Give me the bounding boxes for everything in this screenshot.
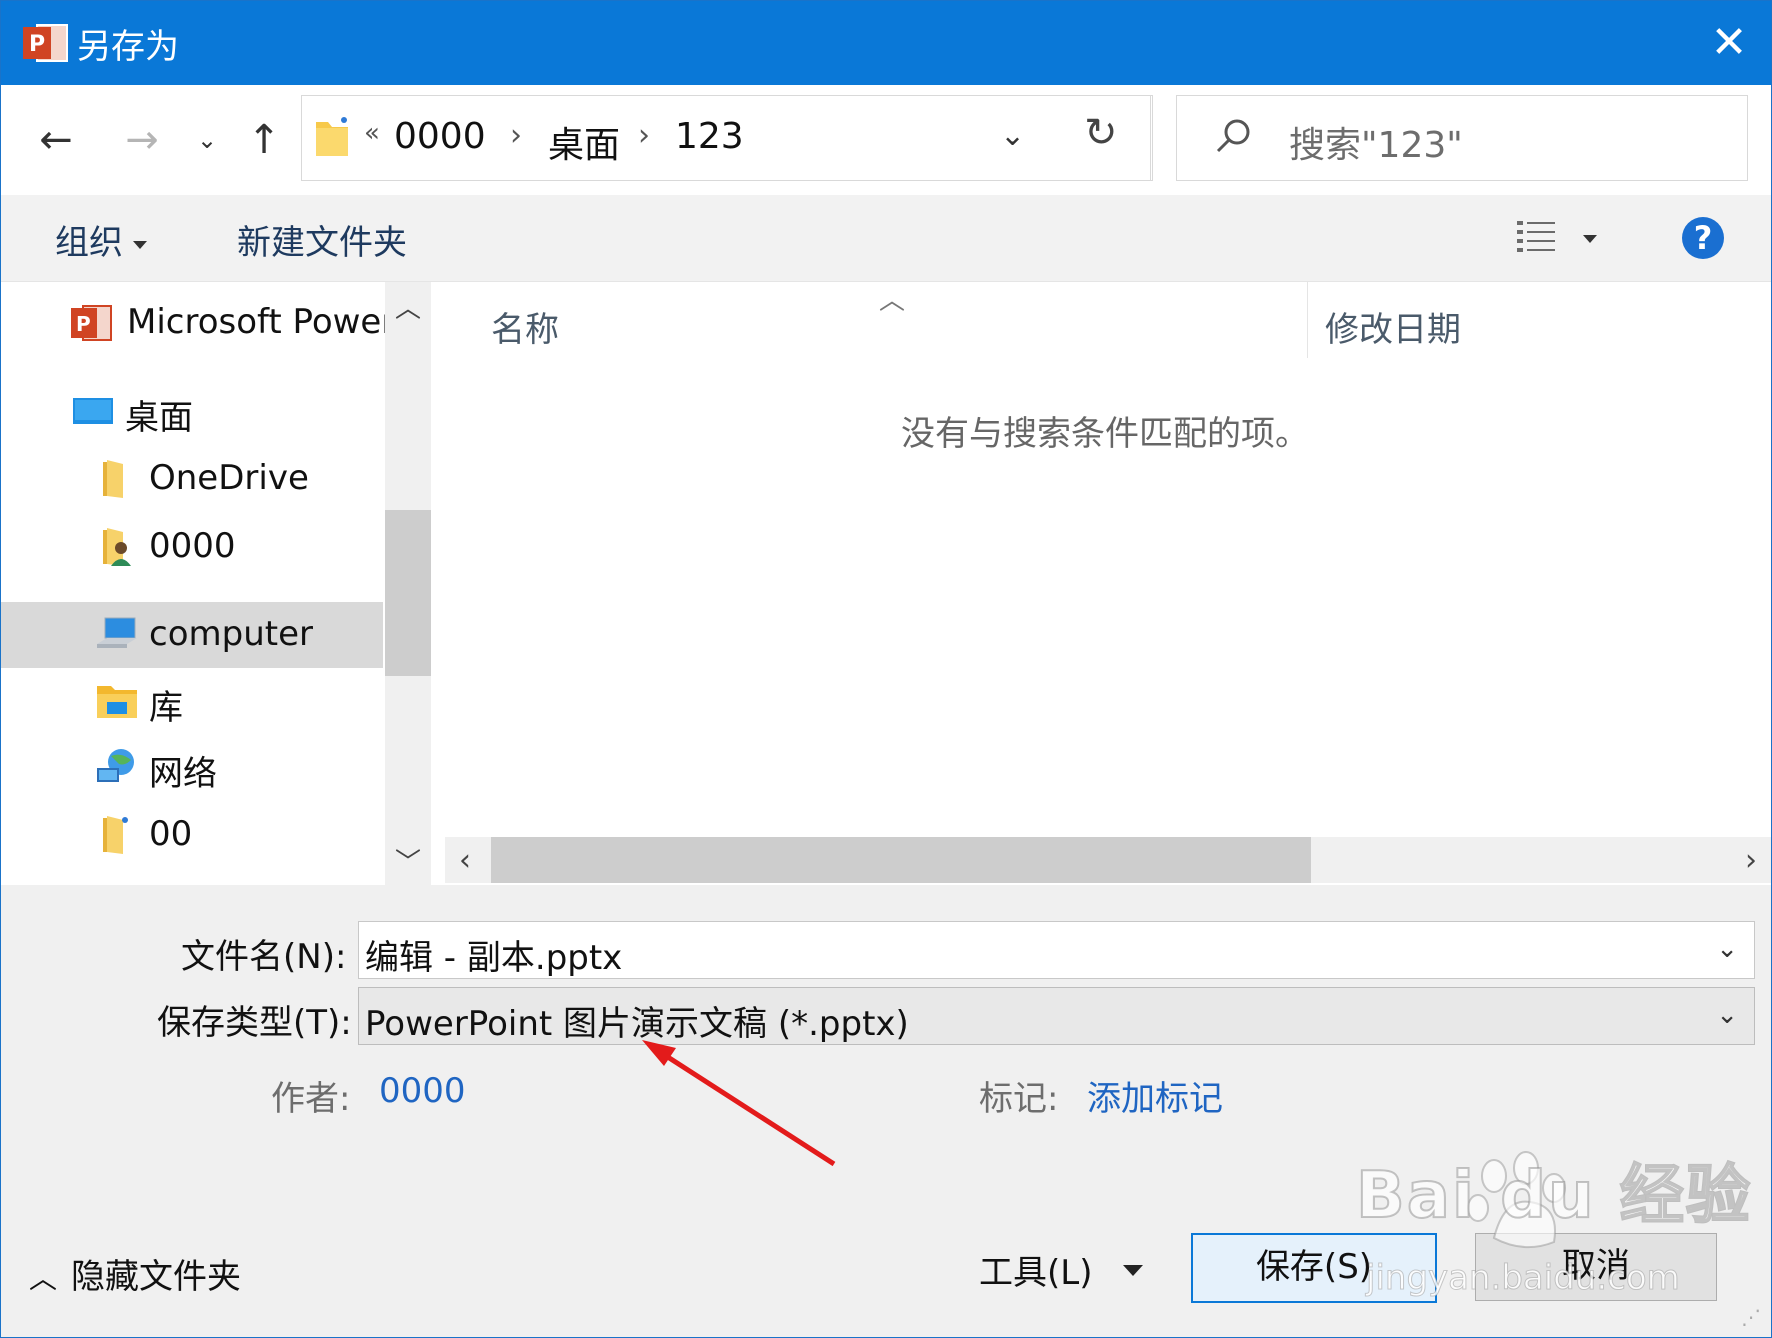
user-folder-icon [103,528,131,566]
filename-value: 编辑 - 副本.pptx [365,938,623,978]
chevron-down-icon[interactable]: ⌄ [1716,1000,1738,1030]
add-tag-link[interactable]: 添加标记 [1087,1071,1223,1120]
tree-item-computer[interactable]: computer [1,602,383,668]
tree-item-network[interactable]: 网络 [1,734,383,800]
search-icon [1216,119,1250,153]
scrollbar-thumb[interactable] [385,510,431,676]
back-button[interactable]: ← [31,115,81,165]
powerpoint-icon: P [23,24,68,62]
window-title: 另存为 [77,27,179,67]
tools-caret-icon[interactable] [1123,1265,1143,1276]
close-button[interactable]: ✕ [1701,15,1757,71]
svg-text:P: P [29,32,45,57]
filename-input[interactable]: 编辑 - 副本.pptx ⌄ [358,921,1755,979]
scroll-up-icon[interactable]: ︿ [395,288,421,325]
scroll-down-icon[interactable]: ﹀ [395,842,421,879]
svg-text:P: P [76,312,91,336]
tree-item-library[interactable]: 库 [1,668,383,734]
computer-icon [97,617,137,648]
refresh-icon: ↻ [1084,110,1118,156]
recent-locations-chevron-icon[interactable]: ⌄ [193,115,221,165]
tools-menu[interactable]: 工具(L) [979,1245,1092,1294]
network-icon [97,749,134,782]
tree-item-label: computer [149,614,313,654]
tree-item-label: OneDrive [149,458,309,498]
up-button[interactable]: ↑ [239,115,289,165]
breadcrumb-separator-icon[interactable]: › [638,118,650,153]
watermark-brand: Bai du 经验 [1355,1158,1752,1234]
scrollbar-thumb[interactable] [491,837,1311,883]
scroll-right-icon[interactable]: › [1745,843,1757,878]
organize-label: 组织 [55,223,123,263]
navigation-scrollbar[interactable]: ︿ ﹀ [385,282,431,885]
tree-item-0000[interactable]: 0000 [1,514,383,580]
scroll-left-icon[interactable]: ‹ [459,843,471,878]
address-dropdown-chevron-icon[interactable]: ⌄ [1000,118,1040,153]
filetype-label: 保存类型(T): [157,1003,352,1043]
hide-folders-toggle[interactable]: ︿ 隐藏文件夹 [29,1249,241,1298]
column-header-name[interactable]: 名称 [491,302,559,351]
new-folder-button[interactable]: 新建文件夹 [237,215,407,264]
hide-folders-label: 隐藏文件夹 [71,1257,242,1297]
powerpoint-icon: P [71,305,112,341]
breadcrumb-item[interactable]: 123 [675,116,744,157]
horizontal-scrollbar[interactable]: ‹ › [445,837,1771,883]
caret-down-icon [133,240,147,249]
column-header-date[interactable]: 修改日期 [1325,302,1461,351]
tree-item-label: 桌面 [125,398,193,438]
chevron-up-icon: ︿ [29,1262,58,1295]
command-bar: 组织 新建文件夹 ? [1,195,1771,282]
watermark-url: jingyan.baidu.com [1366,1258,1681,1299]
address-bar[interactable]: « 0000 › 桌面 › 123 ⌄ [301,95,1153,181]
tree-item-powerpoint[interactable]: P Microsoft PowerPoint [1,290,385,356]
tree-item-00[interactable]: 00 [1,802,383,868]
tree-item-label: 库 [149,688,183,728]
folder-icon [316,117,348,156]
view-dropdown-caret-icon[interactable] [1583,235,1597,243]
breadcrumb-item[interactable]: 0000 [394,116,486,157]
breadcrumb-separator-icon[interactable]: › [510,118,522,153]
filetype-select[interactable]: PowerPoint 图片演示文稿 (*.pptx) ⌄ [358,987,1755,1045]
tree-item-label: 0000 [149,526,236,566]
forward-button[interactable]: → [117,115,167,165]
tree-item-label: Microsoft PowerPoint [127,302,385,342]
breadcrumb-item[interactable]: 桌面 [548,116,620,168]
search-input[interactable]: 搜索"123" [1176,95,1748,181]
sort-ascending-icon: ︿ [879,286,906,316]
file-list: ︿ 名称 修改日期 没有与搜索条件匹配的项。 [437,282,1771,885]
view-options-icon[interactable] [1515,217,1557,257]
refresh-button[interactable]: ↻ [1058,95,1151,181]
resize-grip-icon[interactable]: ⋰ [1741,1305,1761,1329]
column-divider[interactable] [1307,282,1308,358]
search-placeholder: 搜索"123" [1289,125,1463,166]
filetype-value: PowerPoint 图片演示文稿 (*.pptx) [365,1004,909,1044]
breadcrumb-overflow[interactable]: « [364,118,380,148]
organize-menu[interactable]: 组织 [55,215,147,264]
library-icon [97,686,137,718]
tree-item-onedrive[interactable]: OneDrive [1,446,383,512]
title-bar: P 另存为 ✕ [1,1,1771,85]
desktop-icon [73,398,113,424]
author-value[interactable]: 0000 [379,1071,466,1111]
navigation-bar: ← → ⌄ ↑ « 0000 › 桌面 › 123 ⌄ ↻ 搜索"123" [1,85,1771,195]
chevron-down-icon[interactable]: ⌄ [1716,934,1738,964]
help-button[interactable]: ? [1682,217,1724,259]
filename-label: 文件名(N): [181,937,347,977]
tree-item-desktop[interactable]: 桌面 [1,378,383,444]
author-label: 作者: [271,1079,351,1119]
tree-item-label: 00 [149,814,193,854]
tree-item-label: 网络 [149,754,217,794]
save-as-dialog: P 另存为 ✕ ← → ⌄ ↑ « 0000 › 桌面 › 123 ⌄ ↻ 搜索… [0,0,1772,1338]
folder-icon [103,816,128,854]
folder-icon [103,460,123,498]
tags-label: 标记: [979,1079,1059,1119]
empty-message: 没有与搜索条件匹配的项。 [901,414,1309,454]
navigation-pane: P Microsoft PowerPoint 桌面 OneDrive [1,282,385,885]
